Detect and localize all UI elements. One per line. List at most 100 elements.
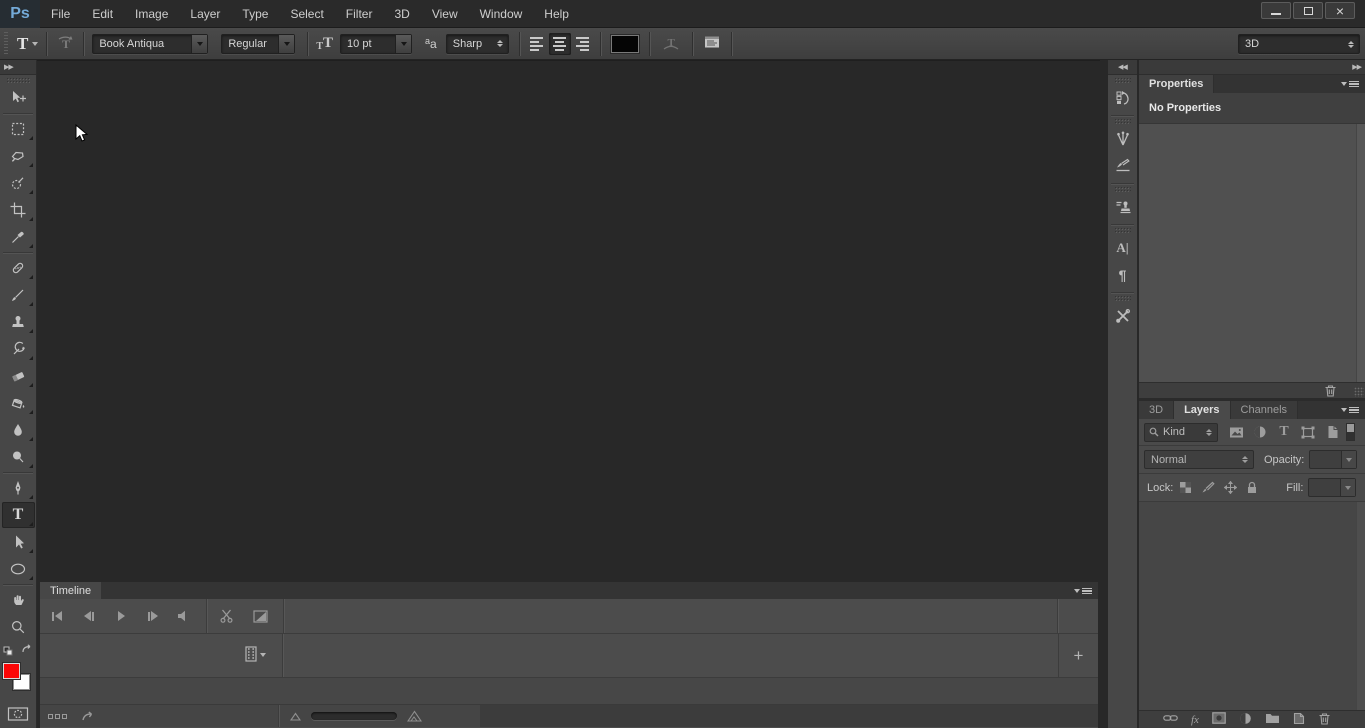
dock-grip[interactable]: [1114, 186, 1131, 192]
spot-healing-brush-tool[interactable]: [2, 255, 35, 281]
properties-panel-menu-button[interactable]: [1341, 79, 1359, 89]
move-tool[interactable]: [2, 85, 35, 111]
history-brush-tool[interactable]: [2, 336, 35, 362]
timeline-zoom-slider[interactable]: [311, 712, 397, 720]
fill-dropdown-button[interactable]: [1340, 479, 1356, 496]
layers-panel-menu-button[interactable]: [1341, 405, 1359, 415]
opacity-dropdown-button[interactable]: [1341, 451, 1357, 468]
dock-grip[interactable]: [1114, 118, 1131, 124]
font-family-select[interactable]: Book Antiqua: [92, 33, 209, 54]
lock-image-icon[interactable]: [1201, 481, 1215, 494]
anti-alias-select[interactable]: Sharp: [445, 33, 509, 54]
properties-delete-button[interactable]: [1324, 384, 1337, 400]
font-style-select[interactable]: Regular: [221, 33, 296, 54]
new-adjustment-layer-button[interactable]: [1239, 712, 1252, 728]
ellipse-tool[interactable]: [2, 556, 35, 582]
menu-help[interactable]: Help: [533, 0, 580, 28]
lock-all-icon[interactable]: [1246, 481, 1258, 494]
dodge-tool[interactable]: [2, 444, 35, 470]
tab-channels[interactable]: Channels: [1230, 401, 1299, 419]
add-media-button[interactable]: +: [1058, 634, 1098, 677]
toggle-panels-button[interactable]: [703, 34, 721, 53]
play-button[interactable]: [108, 605, 134, 627]
split-clip-button[interactable]: [213, 605, 239, 627]
font-size-select[interactable]: 10 pt: [340, 33, 413, 54]
brush-presets-panel-button[interactable]: [1109, 126, 1136, 152]
font-size-dropdown-button[interactable]: [395, 34, 412, 53]
character-panel-button[interactable]: A|: [1109, 235, 1136, 261]
menu-file[interactable]: File: [40, 0, 81, 28]
quick-mask-button[interactable]: [2, 701, 35, 727]
paragraph-panel-button[interactable]: ¶: [1109, 262, 1136, 288]
filter-kind-select[interactable]: Kind: [1144, 422, 1218, 442]
new-layer-button[interactable]: [1293, 712, 1305, 728]
delete-layer-button[interactable]: [1318, 712, 1331, 728]
dock-grip[interactable]: [1114, 295, 1131, 301]
menu-filter[interactable]: Filter: [335, 0, 384, 28]
workspace-select[interactable]: 3D: [1238, 34, 1360, 54]
zoom-in-mountain-icon[interactable]: [407, 710, 422, 722]
default-colors-icon[interactable]: [3, 646, 13, 656]
align-center-button[interactable]: [548, 32, 571, 55]
gradient-tool[interactable]: [2, 390, 35, 416]
transition-button[interactable]: [247, 605, 273, 627]
tab-3d[interactable]: 3D: [1139, 401, 1175, 419]
horizontal-type-tool[interactable]: T: [1, 502, 35, 528]
add-layer-mask-button[interactable]: [1212, 712, 1226, 727]
history-panel-button[interactable]: [1109, 85, 1136, 111]
lasso-tool[interactable]: [2, 143, 35, 169]
dock-grip[interactable]: [1114, 77, 1131, 83]
layer-style-button[interactable]: fx: [1191, 714, 1199, 726]
filter-smart-objects-button[interactable]: [1322, 423, 1342, 441]
clone-source-panel-button[interactable]: [1109, 194, 1136, 220]
brush-panel-button[interactable]: [1109, 153, 1136, 179]
frames-view-icon[interactable]: [48, 713, 67, 719]
menu-layer[interactable]: Layer: [179, 0, 231, 28]
text-orientation-button[interactable]: T: [47, 35, 83, 53]
zoom-tool[interactable]: [2, 614, 35, 640]
link-layers-button[interactable]: [1163, 713, 1178, 726]
track-options-button[interactable]: [245, 646, 266, 662]
align-right-button[interactable]: [572, 33, 594, 55]
filter-toggle-switch[interactable]: [1346, 423, 1355, 441]
brush-tool[interactable]: [2, 282, 35, 308]
tab-layers[interactable]: Layers: [1174, 401, 1231, 419]
menu-type[interactable]: Type: [231, 0, 279, 28]
swap-colors-icon[interactable]: [21, 644, 33, 655]
filter-type-layers-button[interactable]: T: [1274, 423, 1294, 441]
filter-pixel-layers-button[interactable]: [1226, 423, 1246, 441]
tab-timeline[interactable]: Timeline: [40, 582, 102, 599]
menu-window[interactable]: Window: [469, 0, 534, 28]
dock-collapse-header[interactable]: ◀◀: [1108, 60, 1137, 75]
next-frame-button[interactable]: [140, 605, 166, 627]
dock-grip[interactable]: [1114, 227, 1131, 233]
align-left-button[interactable]: [526, 33, 548, 55]
blur-tool[interactable]: [2, 417, 35, 443]
eyedropper-tool[interactable]: [2, 224, 35, 250]
font-style-dropdown-button[interactable]: [278, 34, 295, 53]
text-color-swatch[interactable]: [610, 34, 639, 53]
menu-edit[interactable]: Edit: [81, 0, 124, 28]
path-selection-tool[interactable]: [2, 529, 35, 555]
eraser-tool[interactable]: [2, 363, 35, 389]
menu-image[interactable]: Image: [124, 0, 179, 28]
pen-tool[interactable]: [2, 475, 35, 501]
clone-stamp-tool[interactable]: [2, 309, 35, 335]
current-tool-button[interactable]: T: [9, 34, 46, 54]
toolbox-grip[interactable]: [6, 77, 30, 83]
hand-tool[interactable]: [2, 587, 35, 613]
close-button[interactable]: ×: [1325, 2, 1355, 19]
options-bar-grip[interactable]: [2, 31, 9, 56]
tool-presets-panel-button[interactable]: [1109, 303, 1136, 329]
timeline-panel-menu-button[interactable]: [1074, 586, 1092, 596]
fill-field[interactable]: [1308, 478, 1357, 497]
foreground-color-swatch[interactable]: [2, 663, 20, 679]
menu-select[interactable]: Select: [279, 0, 334, 28]
previous-frame-button[interactable]: [76, 605, 102, 627]
filter-shape-layers-button[interactable]: [1298, 423, 1318, 441]
restore-button[interactable]: [1293, 2, 1323, 19]
render-video-button[interactable]: [81, 709, 97, 724]
filter-adjustment-layers-button[interactable]: [1250, 423, 1270, 441]
font-family-dropdown-button[interactable]: [191, 34, 208, 53]
new-group-button[interactable]: [1265, 712, 1280, 727]
